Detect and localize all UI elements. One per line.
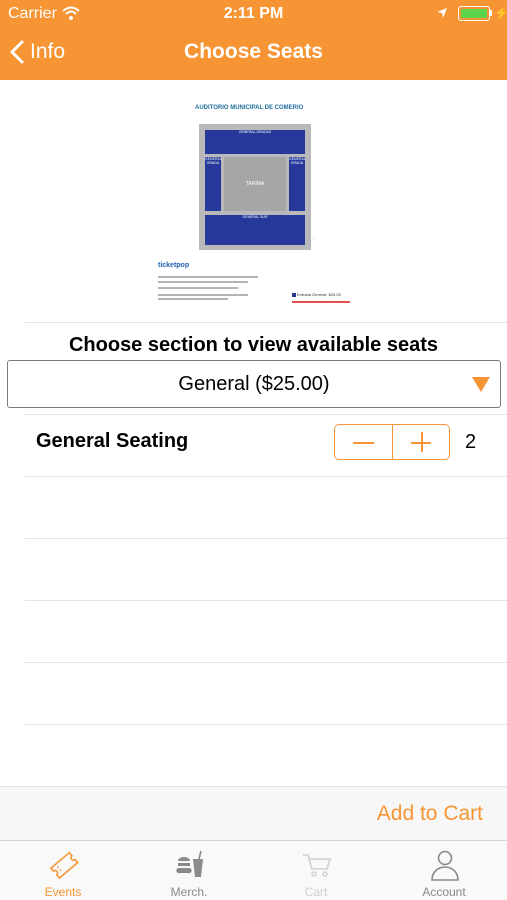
tab-account[interactable]: Account [381, 841, 507, 900]
increment-button[interactable] [391, 425, 450, 459]
battery-icon [458, 6, 490, 21]
section-bottom: GENERAL SUR [205, 215, 305, 245]
section-top: GENERAL GRADAS [205, 130, 305, 154]
quantity-stepper[interactable] [334, 424, 450, 460]
divider [25, 538, 507, 539]
add-to-cart-button[interactable]: Add to Cart [377, 802, 483, 826]
tab-bar: Events Merch. Cart Account [0, 840, 507, 900]
charging-icon: ⚡ [494, 6, 507, 20]
location-icon [437, 8, 447, 18]
fine-print [158, 281, 248, 283]
account-icon [431, 850, 459, 881]
section-select[interactable]: General ($25.00) [7, 360, 501, 408]
seating-label: General Seating [36, 430, 189, 452]
fine-print [158, 276, 258, 278]
tab-merch[interactable]: Merch. [126, 841, 252, 900]
legend-label: Entrada General $25.00 [297, 292, 341, 297]
divider [25, 322, 507, 323]
fine-print [158, 298, 228, 300]
section-heading: Choose section to view available seats [68, 334, 439, 356]
stage: TARIMA [224, 157, 286, 211]
tab-label: Account [422, 885, 466, 899]
merch-icon [176, 850, 203, 877]
minus-icon [353, 442, 374, 444]
section-left: GENERAL GRADA [205, 157, 222, 211]
seat-map-title: AUDITORIO MUNICIPAL DE COMERIO [195, 105, 304, 111]
section-right: GENERAL GRADA [289, 157, 306, 211]
tab-cart[interactable]: Cart [253, 841, 379, 900]
seat-map[interactable]: AUDITORIO MUNICIPAL DE COMERIO GENERAL G… [155, 100, 355, 310]
dropdown-arrow-icon [472, 377, 490, 392]
plus-icon-vertical [420, 432, 423, 452]
fine-print [158, 287, 238, 289]
status-bar: Carrier 2:11 PM ⚡ [0, 0, 507, 28]
ticket-icon [49, 851, 79, 880]
nav-bar: Info Choose Seats [0, 28, 507, 80]
legend-swatch [292, 293, 296, 297]
hall-outline: GENERAL GRADAS GENERAL GRADA TARIMA GENE… [199, 124, 311, 250]
divider [25, 600, 507, 601]
tab-label: Merch. [170, 885, 208, 899]
section-select-value: General ($25.00) [178, 373, 330, 395]
ticketpop-logo: ticketpop [158, 262, 190, 269]
tab-label: Cart [304, 885, 328, 899]
clock: 2:11 PM [223, 5, 284, 22]
legend-note [292, 301, 350, 303]
side-note: — [313, 236, 316, 240]
divider [25, 476, 507, 477]
divider [25, 724, 507, 725]
cart-bar: Add to Cart [0, 786, 507, 840]
header: Carrier 2:11 PM ⚡ Info Choose Seats [0, 0, 507, 80]
tab-label: Events [44, 885, 82, 899]
decrement-button[interactable] [335, 425, 392, 459]
cart-icon [303, 854, 332, 877]
tab-events[interactable]: Events [0, 841, 126, 900]
page-title: Choose Seats [184, 40, 323, 63]
divider [25, 662, 507, 663]
fine-print [158, 294, 248, 296]
quantity-value: 2 [465, 431, 477, 453]
battery-cap [490, 10, 492, 16]
legend-name: Entrada General [297, 292, 327, 297]
legend-price: $25.00 [328, 292, 341, 297]
divider [25, 414, 507, 415]
